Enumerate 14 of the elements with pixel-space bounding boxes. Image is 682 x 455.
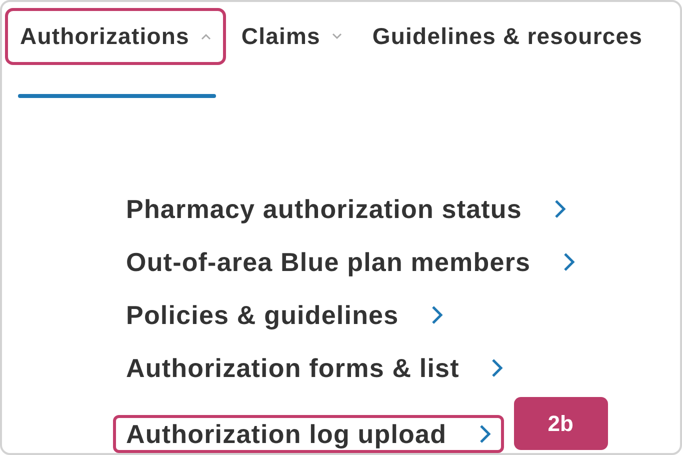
- nav-tab[interactable]: Claims: [226, 8, 358, 65]
- nav-tab[interactable]: Authorizations: [5, 8, 226, 65]
- chevron-right-icon: [491, 358, 504, 378]
- chevron-right-icon: [430, 305, 443, 325]
- menu-link[interactable]: Authorization forms & list: [113, 344, 516, 392]
- menu-link[interactable]: Authorization log upload: [113, 415, 504, 453]
- chevron-right-icon: [478, 424, 491, 444]
- callout-badge: 2b: [514, 397, 608, 450]
- menu-link[interactable]: Policies & guidelines: [113, 291, 456, 339]
- menu-link[interactable]: Out-of-area Blue plan members: [113, 238, 588, 286]
- menu-link[interactable]: Pharmacy authorization status: [113, 185, 579, 233]
- nav-tab[interactable]: Guidelines & resources: [357, 8, 658, 65]
- chevron-right-icon: [554, 199, 566, 219]
- chevron-right-icon: [562, 252, 575, 272]
